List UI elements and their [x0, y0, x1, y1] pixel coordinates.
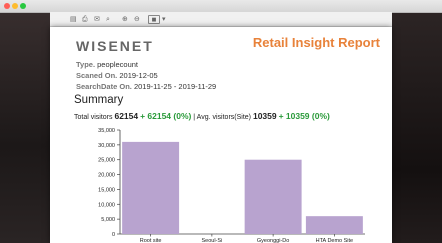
zoom-out-icon[interactable]: ⊖ — [134, 15, 140, 23]
type-label: Type. — [76, 60, 96, 69]
total-visitors-label: Total visitors — [74, 114, 113, 121]
sidebar-icon[interactable]: ▤ — [70, 15, 77, 23]
y-tick-label: 5,000 — [101, 217, 115, 223]
y-tick-label: 20,000 — [98, 173, 115, 179]
total-visitors-change: + 62154 (0%) — [140, 111, 192, 121]
report-page: WISENET Retail Insight Report Type. peop… — [50, 27, 392, 243]
scanned-value: 2019-12-05 — [119, 71, 158, 80]
page-dropdown[interactable]: ▾ — [162, 15, 166, 23]
y-tick-label: 35,000 — [98, 128, 115, 134]
bar-root-site — [122, 141, 180, 234]
scanned-label: Scaned On. — [76, 71, 118, 80]
wisenet-logo: WISENET — [76, 38, 154, 54]
print-icon[interactable]: ⎙ — [82, 15, 88, 23]
x-tick-label: Seoul-Si — [201, 238, 222, 243]
avg-visitors-label: | Avg. visitors(Site) — [193, 114, 252, 121]
x-tick-label: Root site — [140, 238, 162, 243]
bar-hta-demo-site — [305, 216, 363, 234]
y-tick-label: 30,000 — [98, 143, 115, 149]
scanned-row: Scaned On. 2019-12-05 — [76, 71, 158, 80]
type-value: peoplecount — [97, 60, 139, 69]
summary-heading: Summary — [74, 94, 124, 106]
report-title: Retail Insight Report — [252, 35, 380, 50]
view-mode-icon[interactable]: ■ — [148, 15, 160, 24]
zoom-in-icon[interactable]: ⊕ — [122, 15, 128, 23]
type-row: Type. peoplecount — [76, 60, 138, 69]
y-tick-label: 10,000 — [98, 202, 115, 208]
x-tick-label: Gyeonggi-Do — [257, 238, 289, 243]
avg-visitors-value: 10359 — [252, 111, 277, 121]
search-date-value: 2019-11-25 - 2019-11-29 — [133, 82, 217, 91]
close-window-button[interactable] — [4, 3, 10, 9]
viewer-toolbar: ▤ ⎙ ✉ ⌕ ⊕ ⊖ ■ ▾ — [50, 12, 392, 27]
visitor-stats: Total visitors 62154 + 62154 (0%) | Avg.… — [74, 111, 330, 121]
visitors-bar-chart: 0 5,000 10,000 15,000 20,000 25,000 30,000 35,0… — [98, 128, 365, 243]
search-date-row: SearchDate On. 2019-11-25 - 2019-11-29 — [76, 82, 216, 91]
y-tick-label: 15,000 — [98, 187, 115, 193]
search-icon[interactable]: ⌕ — [106, 15, 110, 23]
search-date-label: SearchDate On. — [76, 82, 132, 91]
total-visitors-value: 62154 — [114, 111, 139, 121]
y-tick-label: 0 — [112, 232, 115, 238]
zoom-window-button[interactable] — [20, 3, 26, 9]
avg-visitors-change: + 10359 (0%) — [278, 111, 330, 121]
x-tick-label: HTA Demo Site — [316, 238, 354, 243]
y-tick-label: 25,000 — [98, 158, 115, 164]
minimize-window-button[interactable] — [12, 3, 18, 9]
bar-gyeonggi-do — [244, 159, 302, 234]
mail-icon[interactable]: ✉ — [94, 15, 100, 23]
